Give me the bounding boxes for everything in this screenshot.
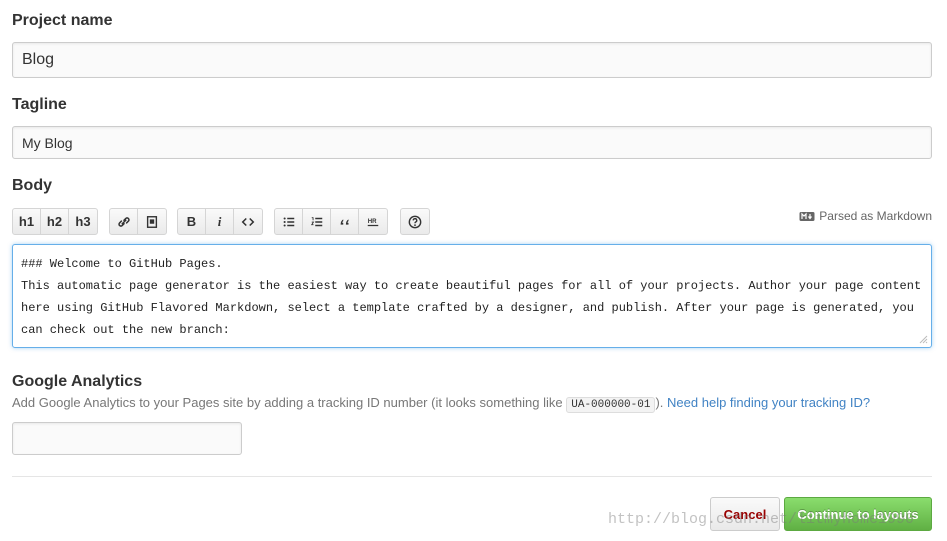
continue-to-layouts-button[interactable]: Continue to layouts xyxy=(784,497,932,531)
svg-text:HR: HR xyxy=(368,217,377,224)
horizontal-rule-button[interactable]: HR xyxy=(359,209,387,234)
code-button[interactable] xyxy=(234,209,262,234)
help-button[interactable] xyxy=(401,209,429,234)
h2-button[interactable]: h2 xyxy=(41,209,69,234)
format-toolbar-group: B i xyxy=(177,208,263,235)
tagline-input[interactable]: My Blog xyxy=(12,126,932,159)
h1-button[interactable]: h1 xyxy=(13,209,41,234)
tracking-id-example: UA-000000-01 xyxy=(566,397,656,413)
bold-button[interactable]: B xyxy=(178,209,206,234)
cancel-button[interactable]: Cancel xyxy=(710,497,780,531)
markdown-note: Parsed as Markdown xyxy=(799,209,932,223)
body-label: Body xyxy=(12,177,52,194)
resize-handle-icon[interactable] xyxy=(918,334,928,344)
google-analytics-description: Add Google Analytics to your Pages site … xyxy=(12,395,870,413)
italic-button[interactable]: i xyxy=(206,209,234,234)
body-textarea[interactable]: ### Welcome to GitHub Pages. This automa… xyxy=(12,244,932,348)
quote-icon xyxy=(340,218,348,225)
numbered-list-button[interactable] xyxy=(303,209,331,234)
heading-toolbar-group: h1 h2 h3 xyxy=(12,208,98,235)
ga-desc-suffix: ). xyxy=(655,395,664,410)
ga-desc-prefix: Add Google Analytics to your Pages site … xyxy=(12,395,563,410)
tracking-id-help-link[interactable]: Need help finding your tracking ID? xyxy=(667,395,870,410)
bullet-list-button[interactable] xyxy=(275,209,303,234)
image-icon xyxy=(146,215,158,228)
project-name-label: Project name xyxy=(12,12,113,29)
markdown-note-text: Parsed as Markdown xyxy=(819,209,932,223)
link-icon xyxy=(117,216,130,227)
google-analytics-label: Google Analytics xyxy=(12,373,143,390)
insert-toolbar-group xyxy=(109,208,167,235)
image-button[interactable] xyxy=(138,209,166,234)
horizontal-rule-icon: HR xyxy=(367,217,379,226)
help-toolbar-group xyxy=(400,208,430,235)
tagline-label: Tagline xyxy=(12,96,67,113)
ordered-list-icon xyxy=(310,216,322,226)
unordered-list-icon xyxy=(283,216,294,227)
h3-button[interactable]: h3 xyxy=(69,209,97,234)
link-button[interactable] xyxy=(110,209,138,234)
quote-button[interactable] xyxy=(331,209,359,234)
divider xyxy=(12,476,932,477)
question-icon xyxy=(408,215,422,228)
block-toolbar-group: HR xyxy=(274,208,388,235)
code-icon xyxy=(241,217,255,226)
project-name-input[interactable]: Blog xyxy=(12,42,932,78)
tracking-id-input[interactable] xyxy=(12,422,242,455)
markdown-icon xyxy=(799,211,815,221)
